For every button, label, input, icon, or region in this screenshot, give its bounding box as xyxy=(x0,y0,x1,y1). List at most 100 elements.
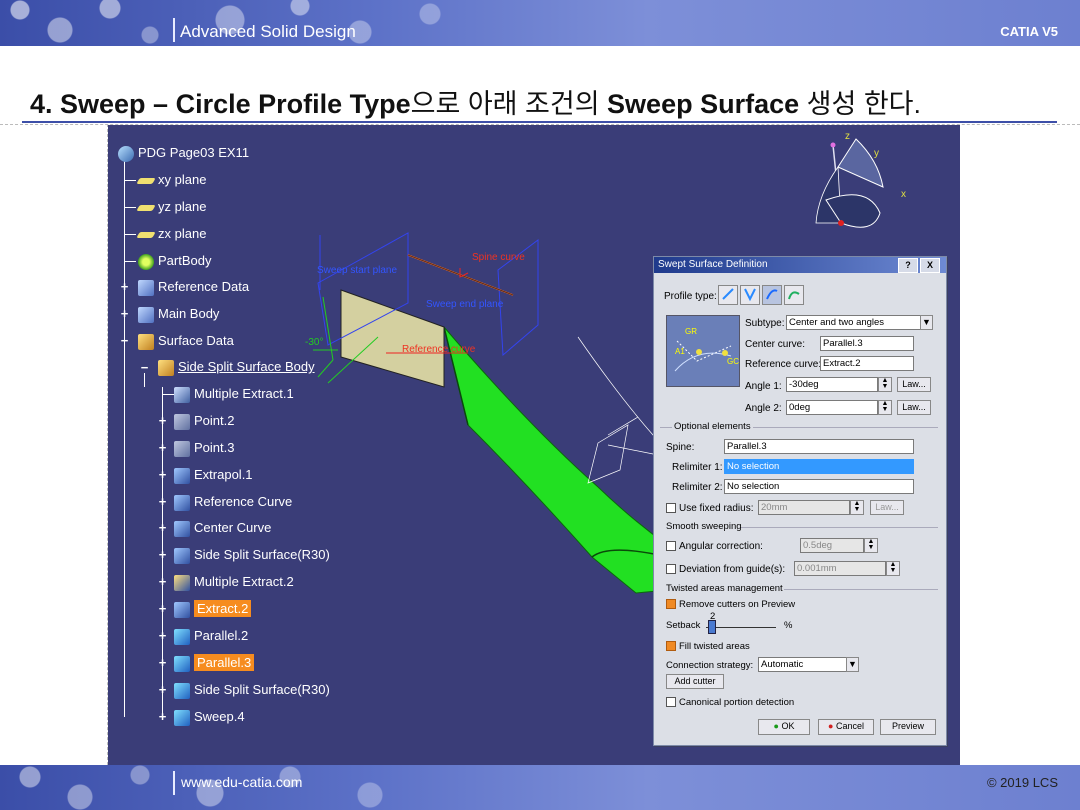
help-button[interactable]: ? xyxy=(898,258,918,273)
end-plane-wire xyxy=(587,416,639,484)
expand-icon[interactable]: + xyxy=(157,548,168,561)
remove-cutters-checkbox[interactable]: Remove cutters on Preview xyxy=(666,599,795,610)
optional-elements-label: Optional elements xyxy=(672,421,753,432)
angular-correction-input[interactable]: 0.5deg xyxy=(800,538,864,553)
chevron-down-icon[interactable]: ▼ xyxy=(846,657,859,672)
angle1-law-button[interactable]: Law... xyxy=(897,377,931,392)
use-fixed-radius-checkbox[interactable]: Use fixed radius: xyxy=(666,503,753,514)
expand-icon[interactable]: + xyxy=(157,441,168,454)
angle2-law-button[interactable]: Law... xyxy=(897,400,931,415)
tree-item-side-split-surface-body[interactable]: Side Split Surface Body xyxy=(158,358,315,376)
angle1-stepper[interactable]: ▲ ▼ xyxy=(878,377,892,392)
tree-root[interactable]: PDG Page03 EX11 xyxy=(118,144,249,162)
preview-button[interactable]: Preview xyxy=(880,719,936,735)
expand-icon[interactable]: + xyxy=(157,414,168,427)
profile-line-button[interactable] xyxy=(718,285,738,305)
tree-item-multiple-extract-1[interactable]: Multiple Extract.1 xyxy=(174,385,294,403)
expand-icon[interactable]: + xyxy=(157,495,168,508)
center-curve-field[interactable]: Parallel.3 xyxy=(820,336,914,351)
tree-item-yz-plane[interactable]: yz plane xyxy=(136,198,206,216)
tree-item-partbody[interactable]: PartBody xyxy=(138,252,211,270)
close-button[interactable]: X xyxy=(920,258,940,273)
geometric-set-icon xyxy=(138,279,154,296)
collapse-icon[interactable]: − xyxy=(139,361,150,374)
tree-item-parallel-3[interactable]: Parallel.3 xyxy=(174,654,255,672)
extrapolate-icon xyxy=(174,467,190,484)
relimiter2-label: Relimiter 2: xyxy=(672,482,723,493)
deviation-checkbox[interactable]: Deviation from guide(s): xyxy=(666,564,785,575)
profile-explicit-button[interactable] xyxy=(740,285,760,305)
expand-icon[interactable]: + xyxy=(157,575,168,588)
tree-item-xy-plane[interactable]: xy plane xyxy=(136,171,206,189)
tree-item-point-2[interactable]: Point.2 xyxy=(174,412,234,430)
tree-item-reference-curve[interactable]: Reference Curve xyxy=(174,493,292,511)
cancel-icon: ● xyxy=(828,721,834,731)
dialog-titlebar[interactable]: Swept Surface Definition ? X xyxy=(654,257,946,273)
profile-conic-button[interactable] xyxy=(784,285,804,305)
tree-item-side-split-surface-r30-2[interactable]: Side Split Surface(R30) xyxy=(174,681,330,699)
angle2-input[interactable]: 0deg xyxy=(786,400,878,415)
tree-item-main-body[interactable]: Main Body xyxy=(138,305,219,323)
connection-strategy-select[interactable]: Automatic xyxy=(758,657,852,672)
tree-item-side-split-surface-r30[interactable]: Side Split Surface(R30) xyxy=(174,546,330,564)
expand-icon[interactable]: + xyxy=(157,656,168,669)
relimiter2-field[interactable]: No selection xyxy=(724,479,914,494)
angle2-stepper[interactable]: ▲ ▼ xyxy=(878,400,892,415)
chevron-down-icon[interactable]: ▼ xyxy=(920,315,933,330)
profile-circle-button[interactable] xyxy=(762,285,782,305)
add-cutter-button[interactable]: Add cutter xyxy=(666,674,724,689)
geometric-set-icon xyxy=(138,306,154,323)
website-link[interactable]: www.edu-catia.com xyxy=(181,774,302,790)
expand-icon[interactable]: + xyxy=(157,468,168,481)
fixed-radius-stepper[interactable]: ▲ ▼ xyxy=(850,500,864,515)
tree-item-surface-data[interactable]: Surface Data xyxy=(138,332,234,350)
spine-field[interactable]: Parallel.3 xyxy=(724,439,914,454)
expand-icon[interactable]: + xyxy=(119,307,130,320)
tree-item-multiple-extract-2[interactable]: Multiple Extract.2 xyxy=(174,573,294,591)
tree-item-sweep-4[interactable]: Sweep.4 xyxy=(174,708,245,726)
expand-icon[interactable]: + xyxy=(157,710,168,723)
fixed-radius-input[interactable]: 20mm xyxy=(758,500,850,515)
compass-y-label: y xyxy=(874,148,879,159)
profile-type-label: Profile type: xyxy=(664,291,717,302)
tree-item-zx-plane[interactable]: zx plane xyxy=(136,225,206,243)
tree-item-extrapol-1[interactable]: Extrapol.1 xyxy=(174,466,253,484)
reference-curve-field[interactable]: Extract.2 xyxy=(820,356,914,371)
catia-viewport[interactable]: z y x Sweep start plane Spine curve Swee… xyxy=(108,125,960,765)
relimiter1-label: Relimiter 1: xyxy=(672,462,723,473)
tree-item-extract-2[interactable]: Extract.2 xyxy=(174,600,252,618)
ok-button[interactable]: ● OK xyxy=(758,719,810,735)
deviation-input[interactable]: 0.001mm xyxy=(794,561,886,576)
swept-surface-dialog[interactable]: Swept Surface Definition ? X Profile typ… xyxy=(653,256,947,746)
subtype-select[interactable]: Center and two angles xyxy=(786,315,926,330)
connection-strategy-label: Connection strategy: xyxy=(666,660,754,671)
expand-icon[interactable]: + xyxy=(157,683,168,696)
deviation-stepper[interactable]: ▲ ▼ xyxy=(886,561,900,576)
setback-slider-track[interactable] xyxy=(706,627,776,628)
tree-item-center-curve[interactable]: Center Curve xyxy=(174,519,271,537)
expand-icon[interactable]: + xyxy=(157,629,168,642)
fixed-radius-law-button[interactable]: Law... xyxy=(870,500,904,515)
expand-icon[interactable]: + xyxy=(119,280,130,293)
collapse-icon[interactable]: − xyxy=(119,334,130,347)
header-divider xyxy=(173,18,175,42)
tree-item-parallel-2[interactable]: Parallel.2 xyxy=(174,627,248,645)
specification-tree[interactable]: PDG Page03 EX11 xy plane yz plane zx pla… xyxy=(108,125,438,765)
cancel-button[interactable]: ● Cancel xyxy=(818,719,874,735)
expand-icon[interactable]: + xyxy=(157,521,168,534)
plane-icon xyxy=(136,204,156,211)
compass-icon[interactable]: z y x xyxy=(815,131,906,228)
angular-correction-checkbox[interactable]: Angular correction: xyxy=(666,541,763,552)
canonical-portion-checkbox[interactable]: Canonical portion detection xyxy=(666,697,794,708)
setback-slider-handle[interactable] xyxy=(708,620,716,634)
compass-x-label: x xyxy=(901,189,906,200)
tree-item-reference-data[interactable]: Reference Data xyxy=(138,278,249,296)
tree-item-point-3[interactable]: Point.3 xyxy=(174,439,234,457)
angular-correction-stepper[interactable]: ▲ ▼ xyxy=(864,538,878,553)
fill-twisted-checkbox[interactable]: Fill twisted areas xyxy=(666,641,750,652)
sweep-icon xyxy=(174,709,190,726)
angle1-input[interactable]: -30deg xyxy=(786,377,878,392)
footer-divider xyxy=(173,771,175,795)
expand-icon[interactable]: + xyxy=(157,602,168,615)
relimiter1-field[interactable]: No selection xyxy=(724,459,914,474)
